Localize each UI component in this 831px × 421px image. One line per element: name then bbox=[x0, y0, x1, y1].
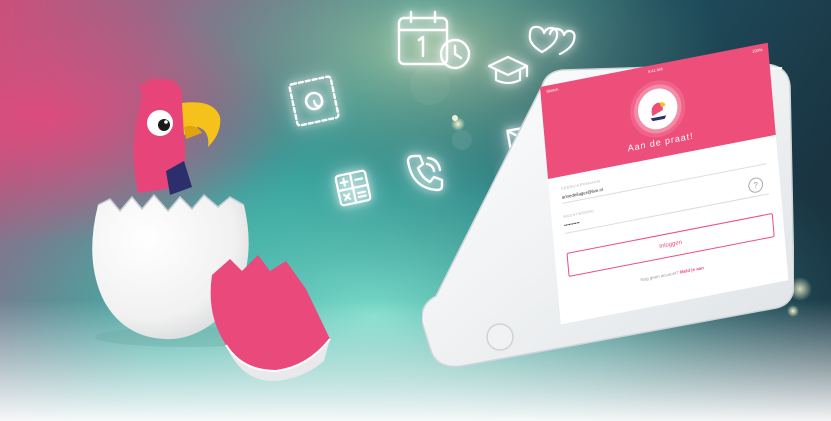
status-time: 9:41 AM bbox=[647, 65, 663, 74]
status-battery: 100% bbox=[752, 46, 763, 54]
password-help-button[interactable]: ? bbox=[747, 176, 764, 195]
signup-link[interactable]: Meld je aan bbox=[680, 265, 704, 275]
phone-screen: Sketch 9:41 AM 100% Aan de praat! GEBRUI… bbox=[540, 42, 789, 325]
signup-prompt-text: Nog geen account? bbox=[640, 269, 679, 283]
app-logo bbox=[636, 85, 680, 133]
login-button[interactable]: Inloggen bbox=[566, 212, 775, 278]
parrot-logo-icon bbox=[650, 102, 667, 122]
password-input[interactable]: •••••••••• bbox=[564, 220, 580, 228]
status-carrier: Sketch bbox=[546, 86, 559, 94]
parrot-mascot bbox=[92, 77, 331, 381]
password-label: WACHTWOORD bbox=[563, 208, 595, 219]
hero-banner: Sketch 9:41 AM 100% Aan de praat! GEBRUI… bbox=[0, 0, 831, 421]
